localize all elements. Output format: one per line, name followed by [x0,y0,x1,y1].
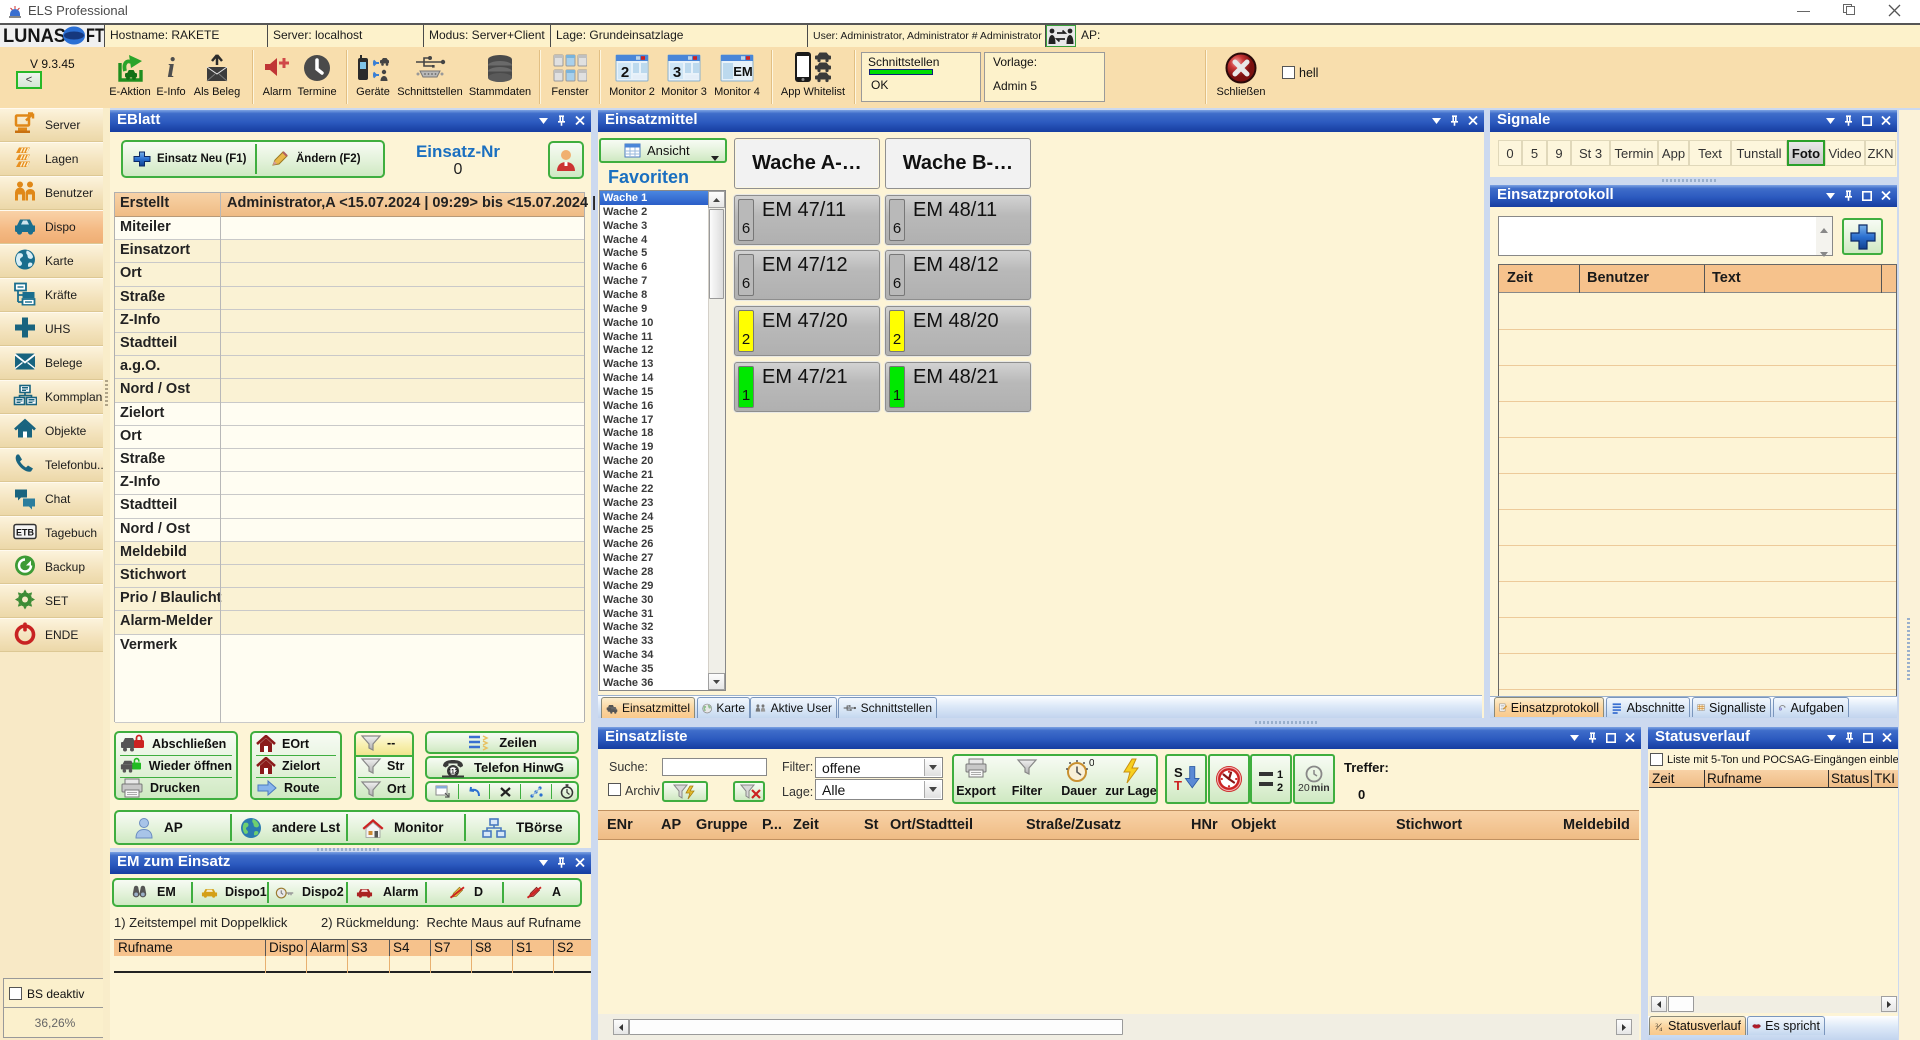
svg-text:3: 3 [673,64,681,81]
svg-text:LUNAS: LUNAS [3,26,66,46]
svg-text:T: T [1174,778,1182,793]
svg-text:0: 0 [1089,758,1094,769]
svg-text:112: 112 [448,769,458,775]
svg-text:ETB: ETB [16,528,35,538]
svg-text:FT: FT [86,26,104,46]
svg-text:4: 4 [1659,1026,1662,1032]
svg-text:3: 3 [1655,1022,1658,1028]
svg-text:i: i [167,54,175,82]
svg-text:20: 20 [1298,782,1310,793]
svg-text:1: 1 [1277,769,1283,781]
svg-text:2: 2 [1277,782,1283,793]
svg-text:EM: EM [733,64,753,79]
svg-text:2: 2 [621,64,629,81]
svg-text:min: min [1311,782,1330,793]
